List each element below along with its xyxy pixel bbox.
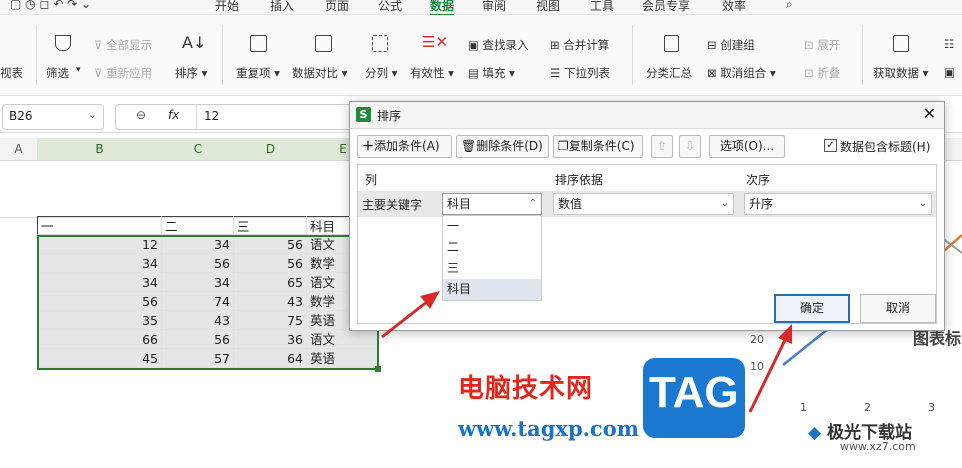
annotation-arrows [381, 291, 792, 413]
red-arrow [381, 299, 429, 339]
red-arrow [748, 337, 788, 413]
